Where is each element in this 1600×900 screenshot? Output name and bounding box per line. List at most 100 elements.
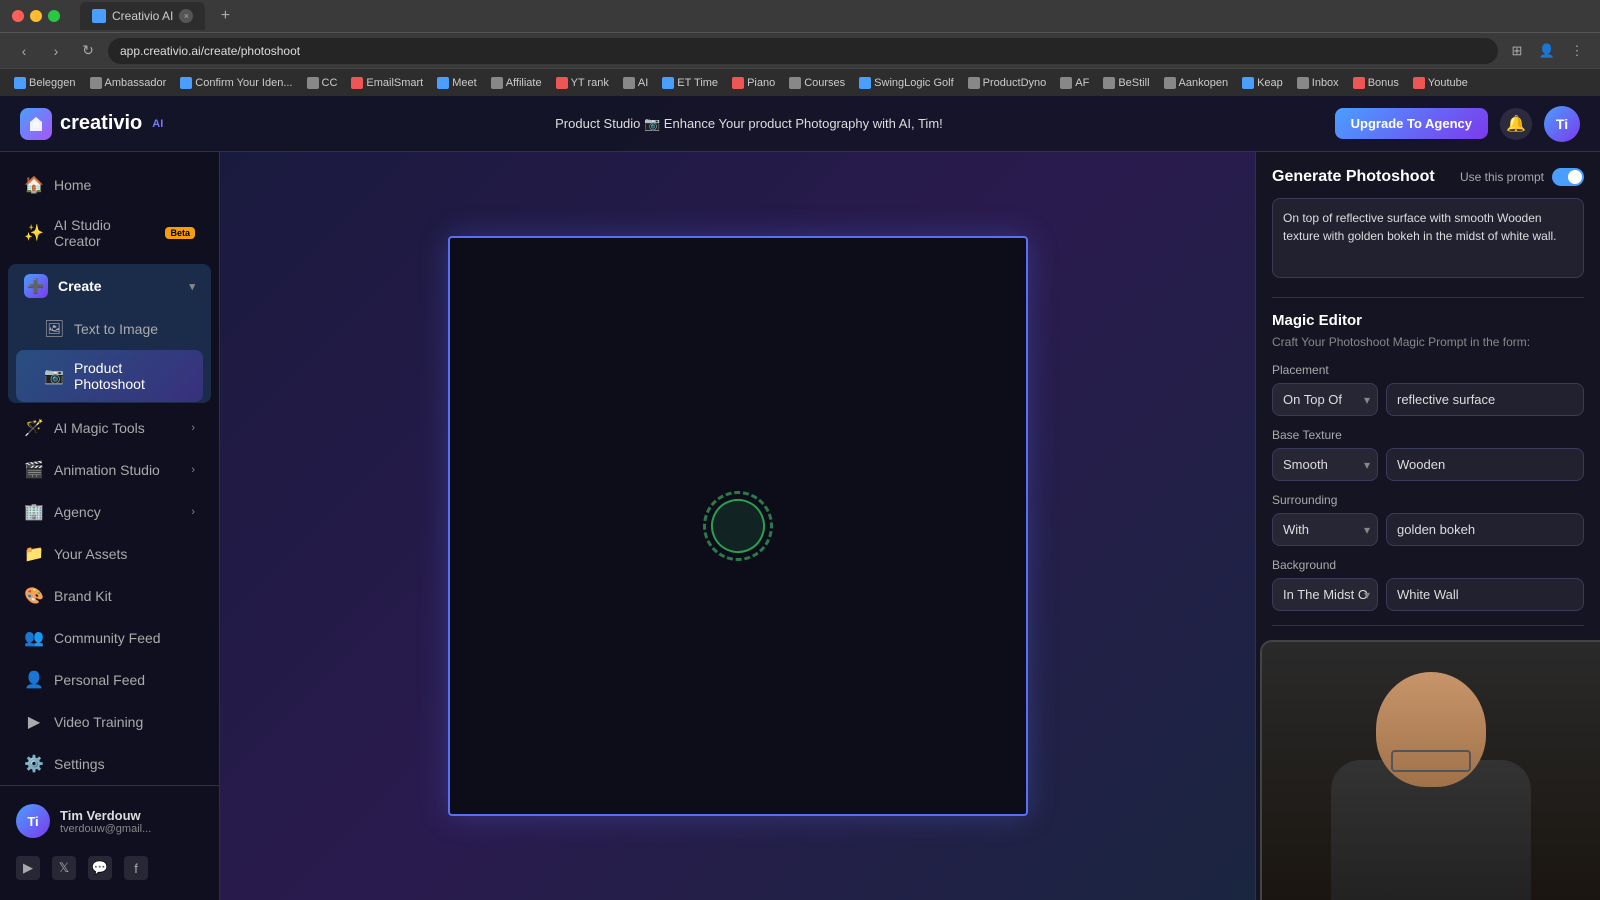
webcam-overlay xyxy=(1260,640,1600,900)
person-head xyxy=(1376,672,1486,787)
bookmark-youtube[interactable]: Youtube xyxy=(1407,75,1474,91)
address-bar[interactable] xyxy=(108,38,1498,64)
sidebar-create-section: ➕ Create ▾ 🖼 Text to Image 📷 Product Pho… xyxy=(8,264,211,403)
sidebar-item-ai-magic-tools[interactable]: 🪄 AI Magic Tools › xyxy=(8,408,211,448)
header-right: Upgrade To Agency 🔔 Ti xyxy=(1335,106,1580,142)
home-icon: 🏠 xyxy=(24,175,44,195)
use-prompt-toggle[interactable] xyxy=(1552,168,1584,186)
twitter-social-icon[interactable]: 𝕏 xyxy=(52,856,76,880)
bookmark-emailsmart[interactable]: EmailSmart xyxy=(345,75,429,91)
sidebar-item-animation-studio[interactable]: 🎬 Animation Studio › xyxy=(8,450,211,490)
community-feed-icon: 👥 xyxy=(24,628,44,648)
notifications-button[interactable]: 🔔 xyxy=(1500,108,1532,140)
browser-toolbar: ‹ › ↻ ⊞ 👤 ⋮ xyxy=(0,32,1600,68)
user-avatar-button[interactable]: Ti xyxy=(1544,106,1580,142)
animation-chevron-icon: › xyxy=(191,464,195,476)
magic-editor-title: Magic Editor xyxy=(1272,312,1584,329)
panel-header: Generate Photoshoot Use this prompt xyxy=(1272,168,1584,186)
sidebar-item-video-training[interactable]: ▶ Video Training xyxy=(8,702,211,742)
settings-icon: ⚙️ xyxy=(24,754,44,774)
bookmark-inbox[interactable]: Inbox xyxy=(1291,75,1345,91)
new-tab-button[interactable]: + xyxy=(213,4,237,28)
surrounding-text-field[interactable] xyxy=(1386,513,1584,546)
canvas-container[interactable] xyxy=(448,236,1028,816)
sidebar-item-personal-feed[interactable]: 👤 Personal Feed xyxy=(8,660,211,700)
product-photoshoot-icon: 📷 xyxy=(44,366,64,386)
bookmark-courses[interactable]: Courses xyxy=(783,75,851,91)
use-prompt-label: Use this prompt xyxy=(1460,170,1544,184)
base-texture-label: Base Texture xyxy=(1272,428,1584,442)
browser-tab[interactable]: Creativio AI × xyxy=(80,2,205,30)
sidebar-item-product-photoshoot[interactable]: 📷 Product Photoshoot xyxy=(16,350,203,402)
bookmark-af[interactable]: AF xyxy=(1054,75,1095,91)
tab-close-button[interactable]: × xyxy=(179,9,193,23)
sidebar-item-community-feed[interactable]: 👥 Community Feed xyxy=(8,618,211,658)
upgrade-button[interactable]: Upgrade To Agency xyxy=(1335,108,1488,139)
tab-title: Creativio AI xyxy=(112,9,173,23)
discord-social-icon[interactable]: 💬 xyxy=(88,856,112,880)
bookmark-ettime[interactable]: ET Time xyxy=(656,75,724,91)
bookmark-swinglogic[interactable]: SwingLogic Golf xyxy=(853,75,960,91)
bookmark-bonus[interactable]: Bonus xyxy=(1347,75,1405,91)
sidebar-item-ai-studio[interactable]: ✨ AI Studio Creator Beta xyxy=(8,207,211,259)
bookmark-ai[interactable]: AI xyxy=(617,75,654,91)
bookmark-keap[interactable]: Keap xyxy=(1236,75,1289,91)
prompt-textarea[interactable]: On top of reflective surface with smooth… xyxy=(1272,198,1584,278)
user-avatar: Ti xyxy=(16,804,50,838)
profile-button[interactable]: 👤 xyxy=(1536,40,1558,62)
sidebar-item-settings[interactable]: ⚙️ Settings xyxy=(8,744,211,784)
close-button[interactable] xyxy=(12,10,24,22)
ai-magic-tools-icon: 🪄 xyxy=(24,418,44,438)
sidebar-item-brand-kit[interactable]: 🎨 Brand Kit xyxy=(8,576,211,616)
sidebar-item-text-to-image[interactable]: 🖼 Text to Image xyxy=(16,309,203,349)
base-texture-text-field[interactable] xyxy=(1386,448,1584,481)
background-select[interactable]: In The Midst Of Against With On xyxy=(1272,578,1378,611)
bookmark-ytrank[interactable]: YT rank xyxy=(550,75,615,91)
header-center: Product Studio 📷 Enhance Your product Ph… xyxy=(179,116,1318,132)
surrounding-select[interactable]: With Around Near Beside xyxy=(1272,513,1378,546)
bookmark-productdyno[interactable]: ProductDyno xyxy=(962,75,1053,91)
sidebar-item-create-label: Create xyxy=(58,278,179,294)
base-texture-row: Smooth Rough Silky Matte Glossy xyxy=(1272,448,1584,481)
canvas-area xyxy=(220,152,1255,900)
sidebar-item-text-to-image-label: Text to Image xyxy=(74,321,187,337)
more-button[interactable]: ⋮ xyxy=(1566,40,1588,62)
sidebar-item-create[interactable]: ➕ Create ▾ xyxy=(8,264,211,308)
browser-icons: ⊞ 👤 ⋮ xyxy=(1506,40,1588,62)
facebook-social-icon[interactable]: f xyxy=(124,856,148,880)
sidebar-item-animation-studio-label: Animation Studio xyxy=(54,462,181,478)
minimize-button[interactable] xyxy=(30,10,42,22)
placement-select[interactable]: On Top Of In The Midst Of With Smooth Ph… xyxy=(1272,383,1378,416)
youtube-social-icon[interactable]: ▶ xyxy=(16,856,40,880)
bookmark-aankopen[interactable]: Aankopen xyxy=(1158,75,1235,91)
bookmark-beleggen[interactable]: Beleggen xyxy=(8,75,82,91)
placement-text-field[interactable] xyxy=(1386,383,1584,416)
background-text-field[interactable] xyxy=(1386,578,1584,611)
bookmark-ambassador[interactable]: Ambassador xyxy=(84,75,173,91)
extensions-button[interactable]: ⊞ xyxy=(1506,40,1528,62)
bookmark-cc[interactable]: CC xyxy=(301,75,344,91)
forward-button[interactable]: › xyxy=(44,39,68,63)
sidebar-item-your-assets[interactable]: 📁 Your Assets xyxy=(8,534,211,574)
sidebar-item-home[interactable]: 🏠 Home xyxy=(8,165,211,205)
sidebar-item-agency[interactable]: 🏢 Agency › xyxy=(8,492,211,532)
bookmark-confirm[interactable]: Confirm Your Iden... xyxy=(174,75,298,91)
tab-favicon xyxy=(92,9,106,23)
base-texture-select[interactable]: Smooth Rough Silky Matte Glossy xyxy=(1272,448,1378,481)
maximize-button[interactable] xyxy=(48,10,60,22)
personal-feed-icon: 👤 xyxy=(24,670,44,690)
bookmark-bestill[interactable]: BeStill xyxy=(1097,75,1155,91)
user-profile[interactable]: Ti Tim Verdouw tverdouw@gmail... xyxy=(0,794,219,848)
sidebar-item-home-label: Home xyxy=(54,177,195,193)
panel-title: Generate Photoshoot xyxy=(1272,168,1435,186)
browser-chrome: Creativio AI × + ‹ › ↻ ⊞ 👤 ⋮ Beleggen Am… xyxy=(0,0,1600,96)
use-prompt-row: Use this prompt xyxy=(1460,168,1584,186)
bookmark-piano[interactable]: Piano xyxy=(726,75,781,91)
back-button[interactable]: ‹ xyxy=(12,39,36,63)
refresh-button[interactable]: ↻ xyxy=(76,39,100,63)
divider-1 xyxy=(1272,297,1584,298)
sidebar-item-ai-magic-tools-label: AI Magic Tools xyxy=(54,420,181,436)
logo-ai-text: AI xyxy=(152,118,163,130)
bookmark-affiliate[interactable]: Affiliate xyxy=(485,75,548,91)
bookmark-meet[interactable]: Meet xyxy=(431,75,482,91)
